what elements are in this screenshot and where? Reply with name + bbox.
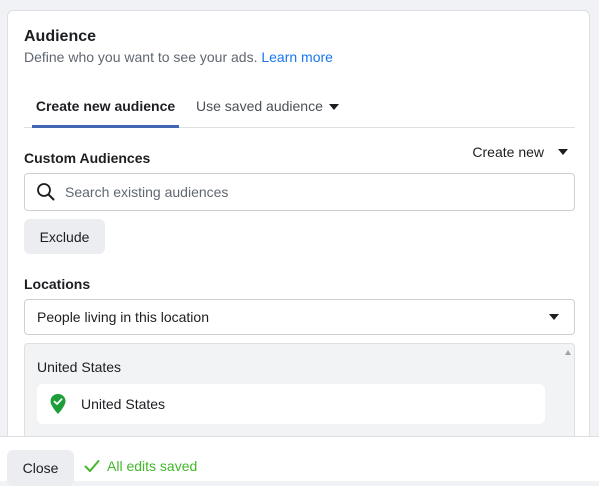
audience-card: Audience Define who you want to see your…: [7, 10, 590, 450]
scroll-up-icon[interactable]: [565, 350, 571, 355]
location-type-value: People living in this location: [37, 309, 209, 325]
create-new-label: Create new: [472, 144, 544, 160]
save-status: All edits saved: [84, 458, 197, 474]
custom-audiences-label: Custom Audiences: [24, 150, 151, 166]
search-input[interactable]: [65, 184, 545, 200]
tab-label: Use saved audience: [196, 98, 323, 114]
check-icon: [84, 460, 100, 472]
location-group-heading: United States: [37, 359, 122, 375]
location-pin-icon: [50, 394, 66, 414]
audience-search-box[interactable]: [24, 173, 575, 211]
tab-create-new-audience[interactable]: Create new audience: [32, 95, 179, 128]
location-type-select[interactable]: People living in this location: [24, 299, 575, 335]
audience-subtitle: Define who you want to see your ads. Lea…: [24, 49, 333, 65]
audience-tabs: Create new audience Use saved audience: [24, 95, 575, 128]
caret-down-icon: [328, 104, 339, 110]
panel-scrollbar[interactable]: [562, 344, 574, 449]
locations-label: Locations: [24, 276, 91, 292]
tab-use-saved-audience[interactable]: Use saved audience: [196, 95, 346, 128]
selected-locations-panel: United States United States: [24, 343, 575, 449]
caret-down-icon: [558, 149, 568, 155]
create-new-dropdown[interactable]: Create new: [472, 144, 568, 160]
tab-label: Create new audience: [35, 98, 176, 114]
footer-bar: Close All edits saved: [0, 436, 599, 486]
learn-more-link[interactable]: Learn more: [261, 49, 333, 65]
audience-title: Audience: [24, 28, 97, 45]
location-item[interactable]: United States: [37, 384, 545, 424]
search-icon: [37, 183, 55, 201]
exclude-button[interactable]: Exclude: [24, 219, 105, 254]
audience-description: Define who you want to see your ads.: [24, 49, 258, 65]
save-status-text: All edits saved: [107, 458, 198, 474]
caret-down-icon: [549, 314, 559, 320]
location-item-label: United States: [81, 396, 166, 412]
